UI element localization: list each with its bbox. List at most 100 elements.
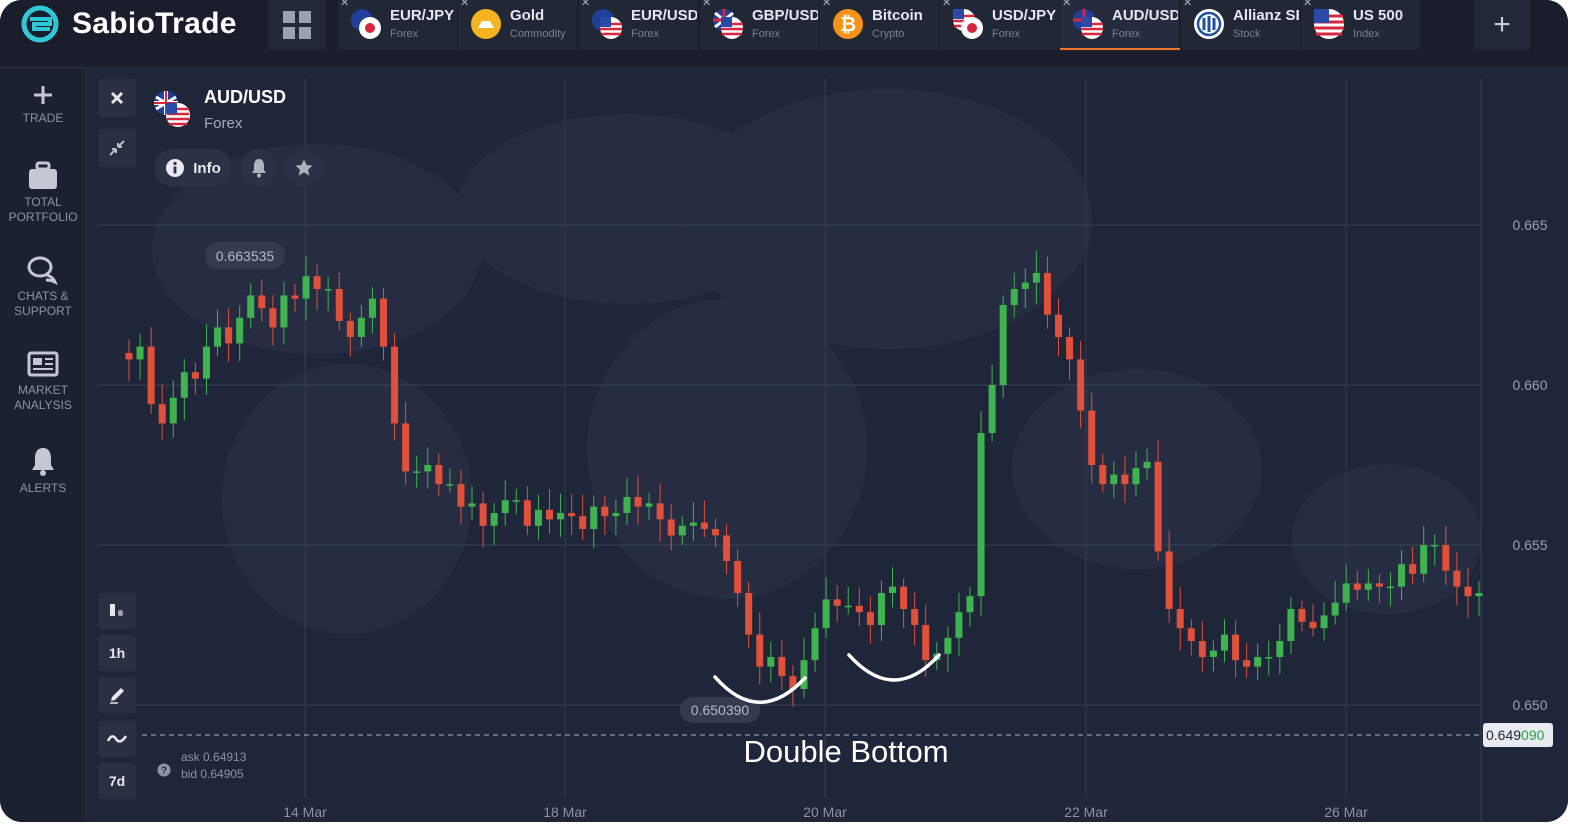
candle-body[interactable] (700, 522, 708, 529)
close-tab-icon[interactable]: ✕ (822, 0, 831, 9)
tab-allianz-se[interactable]: ✕ Allianz SE Stock (1181, 0, 1301, 50)
candle-body[interactable] (236, 317, 244, 344)
candle-body[interactable] (1353, 583, 1361, 590)
candle-body[interactable] (557, 513, 565, 520)
candle-body[interactable] (1209, 650, 1217, 657)
candle-body[interactable] (1453, 570, 1461, 587)
candle-body[interactable] (756, 634, 764, 667)
candle-body[interactable] (402, 423, 410, 472)
candle-body[interactable] (368, 298, 376, 318)
candle-body[interactable] (534, 509, 542, 526)
chart-type-button[interactable] (98, 593, 136, 629)
candle-body[interactable] (512, 500, 520, 502)
candle-body[interactable] (877, 593, 885, 625)
candle-body[interactable] (778, 657, 786, 677)
close-tab-icon[interactable]: ✕ (581, 0, 590, 9)
candle-body[interactable] (745, 593, 753, 635)
candle-body[interactable] (1342, 583, 1350, 603)
candle-body[interactable] (966, 596, 974, 613)
candle-body[interactable] (1198, 641, 1206, 657)
candle-body[interactable] (844, 605, 852, 608)
candle-body[interactable] (800, 660, 808, 689)
range-button[interactable]: 7d (98, 763, 136, 799)
candle-body[interactable] (767, 657, 775, 667)
sidebar-item-market-analysis[interactable]: MARKET ANALYSIS (0, 351, 86, 413)
tab-eur-usd[interactable]: ✕ EUR/USD Forex (579, 0, 699, 50)
candle-body[interactable] (1386, 586, 1394, 589)
candle-body[interactable] (1143, 461, 1151, 469)
candle-body[interactable] (623, 497, 631, 513)
candle-body[interactable] (1420, 545, 1428, 574)
logo[interactable]: SabioTrade (20, 4, 237, 44)
candle-body[interactable] (247, 295, 255, 318)
sidebar-item-chats[interactable]: CHATS & SUPPORT (0, 255, 86, 319)
candle-body[interactable] (811, 628, 819, 661)
candle-body[interactable] (601, 506, 609, 517)
candle-body[interactable] (1442, 545, 1450, 571)
sidebar-item-alerts[interactable]: ALERTS (0, 445, 86, 496)
candle-body[interactable] (346, 321, 354, 337)
candle-body[interactable] (1375, 583, 1383, 587)
candle-body[interactable] (413, 471, 421, 473)
close-tab-icon[interactable]: ✕ (1183, 0, 1192, 9)
candle-body[interactable] (158, 404, 166, 424)
candle-body[interactable] (1276, 641, 1284, 657)
candle-body[interactable] (324, 289, 332, 291)
sidebar-item-portfolio[interactable]: TOTAL PORTFOLIO (0, 161, 86, 225)
candle-body[interactable] (1032, 273, 1040, 283)
candle-body[interactable] (977, 433, 985, 597)
candle-body[interactable] (180, 372, 188, 398)
candle-body[interactable] (612, 513, 620, 517)
candle-body[interactable] (1121, 474, 1129, 485)
close-tab-icon[interactable]: ✕ (460, 0, 469, 9)
close-tab-icon[interactable]: ✕ (942, 0, 951, 9)
tab-eur-jpy[interactable]: ✕ EUR/JPY Forex (338, 0, 458, 50)
candle-body[interactable] (1409, 564, 1417, 574)
candle-body[interactable] (1298, 609, 1306, 622)
candle-body[interactable] (335, 289, 343, 321)
candle-body[interactable] (1055, 314, 1063, 337)
candle-body[interactable] (723, 535, 731, 561)
candle-body[interactable] (656, 503, 664, 520)
candle-body[interactable] (1265, 657, 1273, 659)
layout-grid-button[interactable] (268, 0, 326, 50)
candle-body[interactable] (999, 305, 1007, 385)
candle-body[interactable] (922, 625, 930, 661)
candle-body[interactable] (468, 503, 476, 507)
tab-gold[interactable]: ✕ Gold Commodity (458, 0, 578, 50)
candle-body[interactable] (1398, 564, 1406, 587)
collapse-chart-button[interactable] (98, 129, 136, 167)
alert-bell-button[interactable] (240, 149, 278, 187)
candle-body[interactable] (457, 484, 465, 507)
close-tab-icon[interactable]: ✕ (1303, 0, 1312, 9)
candle-body[interactable] (269, 308, 277, 328)
candle-body[interactable] (147, 346, 155, 405)
candle-body[interactable] (302, 276, 310, 299)
candle-body[interactable] (1187, 628, 1195, 641)
info-button[interactable]: Info (154, 149, 232, 187)
close-tab-icon[interactable]: ✕ (702, 0, 711, 9)
candle-body[interactable] (833, 599, 841, 606)
candle-body[interactable] (1154, 461, 1162, 552)
candle-body[interactable] (734, 561, 742, 593)
close-tab-icon[interactable]: ✕ (1062, 0, 1071, 9)
candle-body[interactable] (911, 609, 919, 625)
candle-body[interactable] (490, 513, 498, 526)
candle-body[interactable] (313, 276, 321, 289)
candle-body[interactable] (545, 509, 553, 520)
candle-body[interactable] (523, 500, 531, 526)
candle-body[interactable] (822, 599, 830, 629)
candle-body[interactable] (1243, 660, 1251, 667)
candle-body[interactable] (634, 497, 642, 507)
candle-body[interactable] (1077, 359, 1085, 411)
chart-area[interactable]: 14 Mar 18 Mar 20 Mar 22 Mar 26 Mar 0.665 0.660… (87, 69, 1568, 822)
candle-body[interactable] (501, 500, 509, 513)
candle-body[interactable] (645, 503, 653, 507)
candle-body[interactable] (169, 397, 177, 424)
candle-body[interactable] (988, 385, 996, 433)
close-tab-icon[interactable]: ✕ (340, 0, 349, 9)
candle-body[interactable] (1309, 621, 1317, 629)
candle-body[interactable] (1088, 410, 1096, 465)
candle-body[interactable] (258, 295, 266, 309)
sidebar-item-trade[interactable]: TRADE (0, 83, 86, 126)
